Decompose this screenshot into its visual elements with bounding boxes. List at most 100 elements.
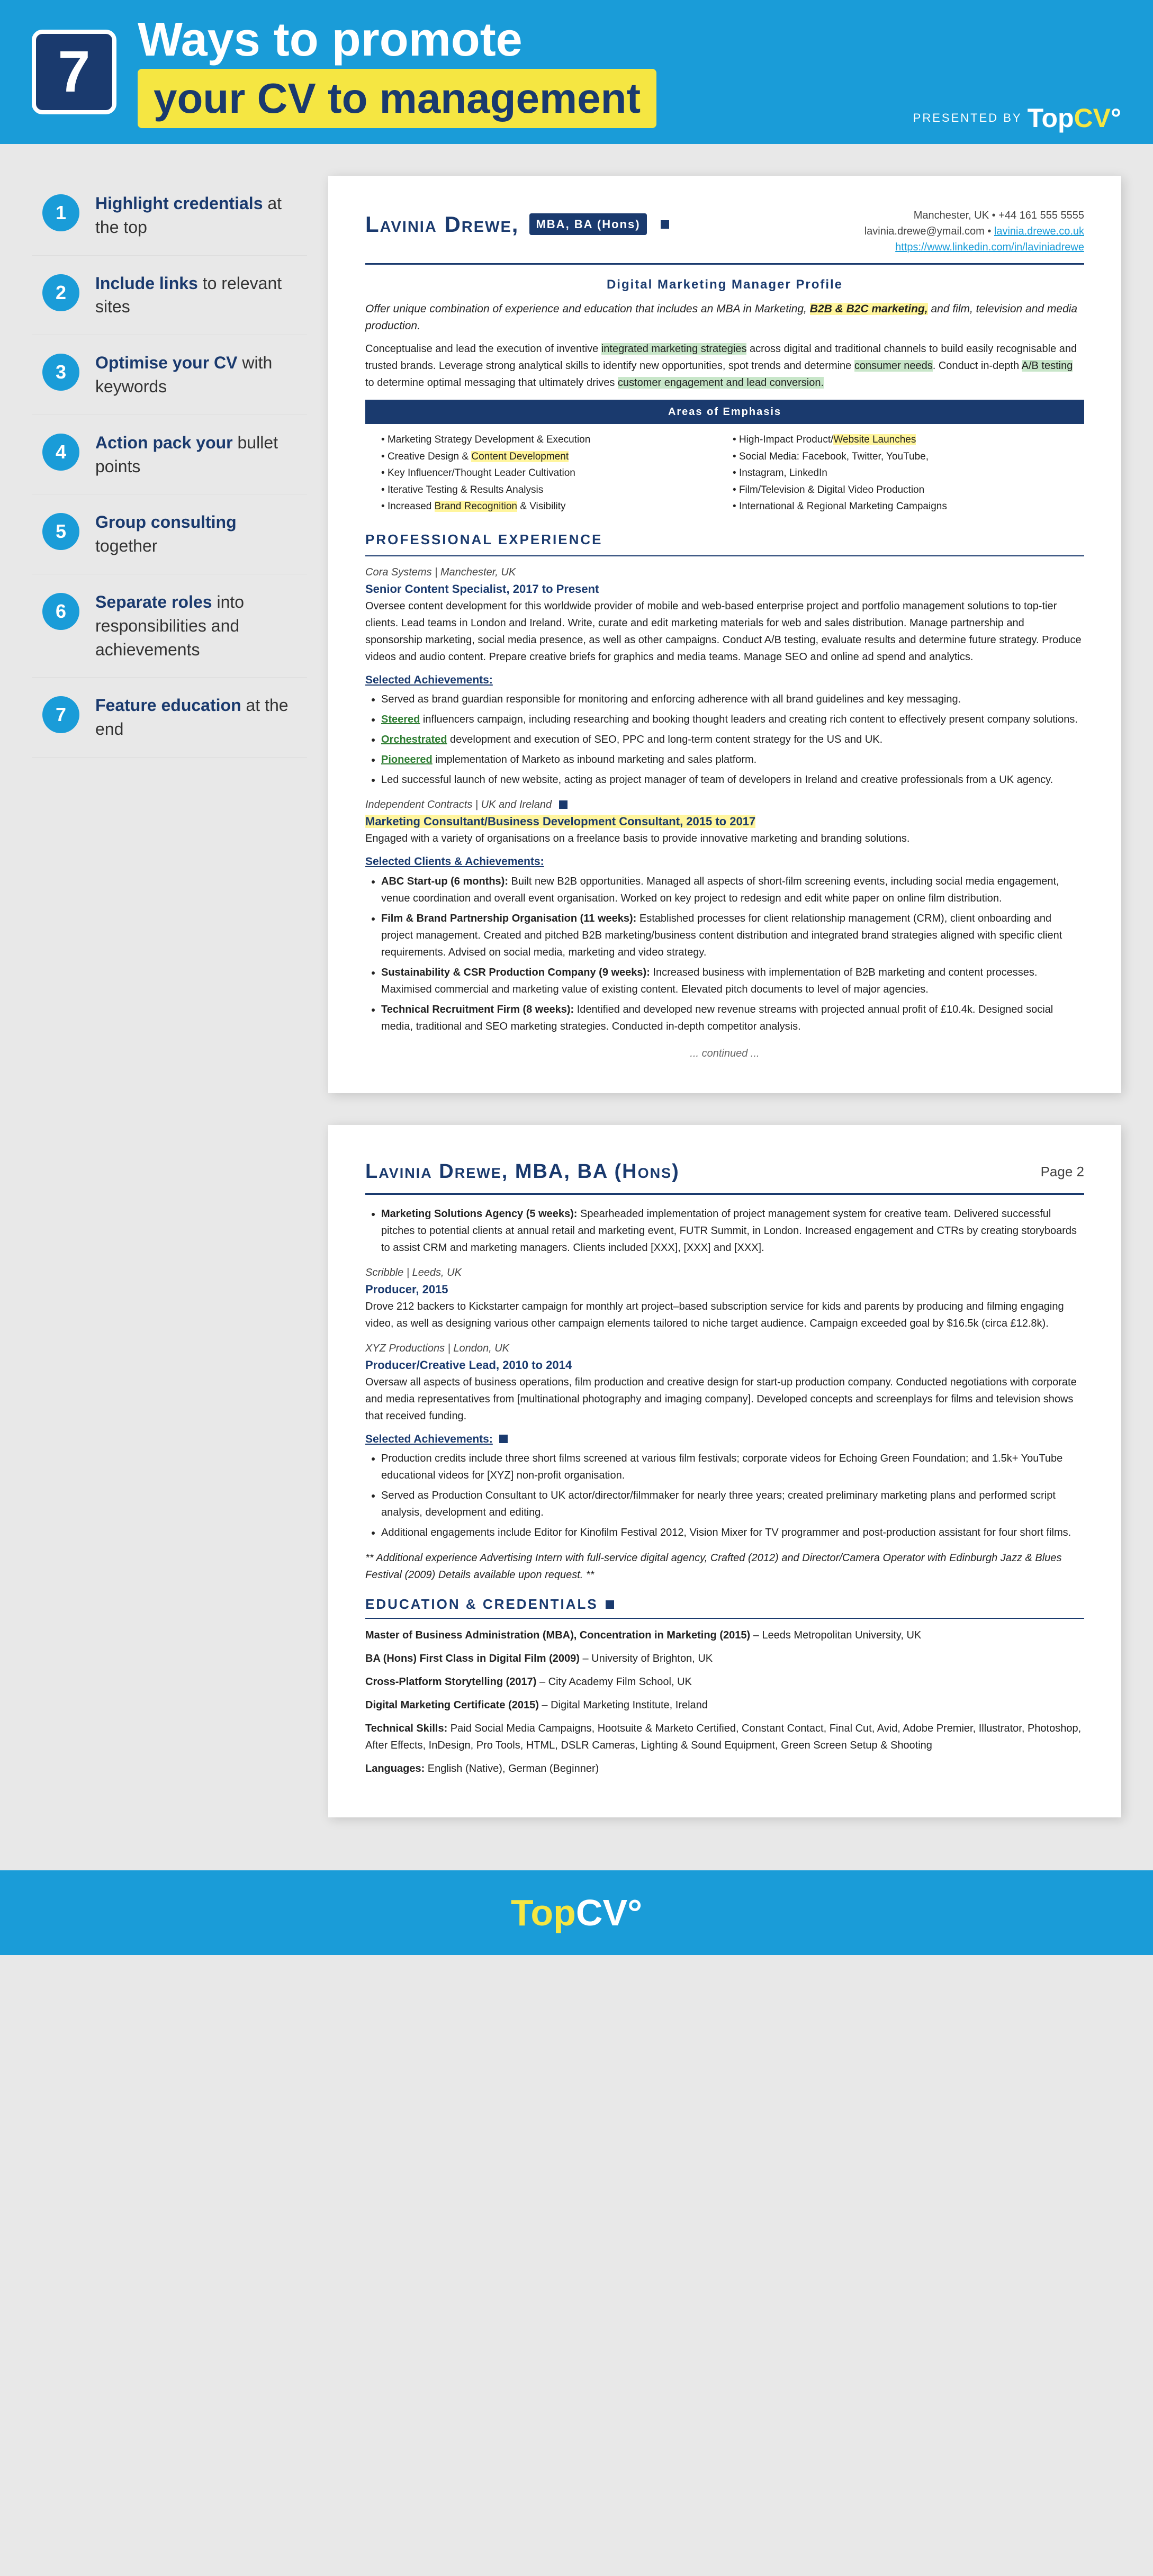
list-item: Steered influencers campaign, including …: [381, 711, 1084, 728]
area-item: Social Media: Facebook, Twitter, YouTube…: [733, 449, 1068, 465]
cv-email-link[interactable]: lavinia.drewe.co.uk: [994, 226, 1084, 237]
job2-clients-list: ABC Start-up (6 months): Built new B2B o…: [365, 873, 1084, 1035]
additional-note: ** Additional experience Advertising Int…: [365, 1550, 1084, 1583]
list-item: Orchestrated development and execution o…: [381, 731, 1084, 748]
credentials-icon: [661, 220, 669, 229]
cv-linkedin-link[interactable]: https://www.linkedin.com/in/laviniadrewe: [895, 241, 1084, 253]
list-item: Served as brand guardian responsible for…: [381, 691, 1084, 708]
cv-edu-title: Education & Credentials: [365, 1594, 598, 1615]
sidebar-label-5: Group consulting together: [95, 510, 296, 558]
area-item: Creative Design & Content Development: [381, 449, 717, 465]
areas-title: Areas of Emphasis: [365, 400, 1084, 424]
job5-company: XYZ Productions | London, UK: [365, 1340, 1084, 1356]
edu-divider: [365, 1618, 1084, 1619]
job5-achievements-label: Selected Achievements:: [365, 1431, 1084, 1448]
sidebar-number-6: 6: [42, 593, 79, 630]
cv-header-row: Lavinia Drewe, MBA, BA (Hons) Manchester…: [365, 208, 1084, 265]
area-item: Increased Brand Recognition & Visibility: [381, 499, 717, 515]
job1-title: Senior Content Specialist, 2017 to Prese…: [365, 580, 1084, 598]
cv-linkedin: https://www.linkedin.com/in/laviniadrewe: [864, 239, 1084, 255]
cv-profile-title: Digital Marketing Manager Profile: [365, 275, 1084, 294]
header-presented-by: PRESENTED BY TopCV°: [913, 103, 1121, 133]
list-item: Additional engagements include Editor fo…: [381, 1524, 1084, 1541]
job1-achievements-label: Selected Achievements:: [365, 672, 1084, 689]
sidebar-number-3: 3: [42, 354, 79, 391]
presented-by-label: PRESENTED BY: [913, 111, 1022, 125]
area-item: Marketing Strategy Development & Executi…: [381, 433, 717, 448]
sidebar-number-5: 5: [42, 513, 79, 550]
cv-contact: Manchester, UK • +44 161 555 5555 lavini…: [864, 208, 1084, 255]
cv-profile-body: Conceptualise and lead the execution of …: [365, 340, 1084, 391]
cv-exp-title: Professional Experience: [365, 529, 1084, 550]
areas-grid: Marketing Strategy Development & Executi…: [365, 428, 1084, 519]
sidebar-item-4: 4 Action pack your bullet points: [32, 415, 307, 495]
job4-body: Drove 212 backers to Kickstarter campaig…: [365, 1298, 1084, 1332]
achievements-icon: [499, 1435, 508, 1443]
footer-logo: TopCV°: [511, 1892, 642, 1934]
cv-page-1: Lavinia Drewe, MBA, BA (Hons) Manchester…: [328, 176, 1121, 1093]
area-item: Film/Television & Digital Video Producti…: [733, 483, 1068, 498]
job5-title: Producer/Creative Lead, 2010 to 2014: [365, 1356, 1084, 1374]
edu-item-1: Master of Business Administration (MBA),…: [365, 1627, 1084, 1644]
job1-body: Oversee content development for this wor…: [365, 598, 1084, 665]
sidebar-number-2: 2: [42, 274, 79, 311]
area-item: Iterative Testing & Results Analysis: [381, 483, 717, 498]
area-item: International & Regional Marketing Campa…: [733, 499, 1068, 515]
job1-achievements-list: Served as brand guardian responsible for…: [365, 691, 1084, 788]
sidebar-label-1: Highlight credentials at the top: [95, 192, 296, 239]
header-title-line1: Ways to promote: [138, 16, 656, 64]
job3-clients-list: Marketing Solutions Agency (5 weeks): Sp…: [365, 1205, 1084, 1256]
cv-profile-intro: Offer unique combination of experience a…: [365, 301, 1084, 334]
cv-job-2: Independent Contracts | UK and Ireland M…: [365, 797, 1084, 1035]
job4-title: Producer, 2015: [365, 1281, 1084, 1298]
job2-region: Independent Contracts | UK and Ireland: [365, 797, 552, 813]
main-layout: 1 Highlight credentials at the top 2 Inc…: [0, 144, 1153, 1849]
sidebar-label-3: Optimise your CV with keywords: [95, 351, 296, 399]
list-item: Film & Brand Partnership Organisation (1…: [381, 910, 1084, 961]
cv-exp-section: Professional Experience Cora Systems | M…: [365, 529, 1084, 1035]
list-item: Marketing Solutions Agency (5 weeks): Sp…: [381, 1205, 1084, 1256]
sidebar-item-7: 7 Feature education at the end: [32, 678, 307, 758]
header-number-box: 7: [32, 30, 116, 114]
edu-item-3: Cross-Platform Storytelling (2017) – Cit…: [365, 1673, 1084, 1690]
area-item: High-Impact Product/Website Launches: [733, 433, 1068, 448]
cv-profile-section: Digital Marketing Manager Profile Offer …: [365, 275, 1084, 391]
area-item: Instagram, LinkedIn: [733, 466, 1068, 481]
cv-contact-location: Manchester, UK • +44 161 555 5555: [864, 208, 1084, 223]
sidebar-label-7: Feature education at the end: [95, 693, 296, 741]
header-number: 7: [58, 43, 90, 101]
job5-achievements-list: Production credits include three short f…: [365, 1450, 1084, 1541]
job2-title: Marketing Consultant/Business Developmen…: [365, 815, 755, 828]
sidebar-item-1: 1 Highlight credentials at the top: [32, 176, 307, 256]
cv-job-4: Scribble | Leeds, UK Producer, 2015 Drov…: [365, 1265, 1084, 1332]
list-item: ABC Start-up (6 months): Built new B2B o…: [381, 873, 1084, 907]
sidebar-label-6: Separate roles into responsibilities and…: [95, 590, 296, 661]
cv-job-5: XYZ Productions | London, UK Producer/Cr…: [365, 1340, 1084, 1542]
cv-credentials-badge: MBA, BA (Hons): [529, 213, 646, 235]
cv-page-2: Lavinia Drewe, MBA, BA (Hons) Page 2 Mar…: [328, 1125, 1121, 1818]
list-item: Led successful launch of new website, ac…: [381, 771, 1084, 788]
edu-item-2: BA (Hons) First Class in Digital Film (2…: [365, 1650, 1084, 1667]
footer-logo-top: Top: [511, 1892, 576, 1933]
list-item: Sustainability & CSR Production Company …: [381, 964, 1084, 998]
cv-name-text: Lavinia Drewe,: [365, 208, 519, 241]
sidebar-item-5: 5 Group consulting together: [32, 494, 307, 574]
edu-item-4: Digital Marketing Certificate (2015) – D…: [365, 1697, 1084, 1714]
cv-edu-section: Education & Credentials Master of Busine…: [365, 1594, 1084, 1777]
footer-logo-cv: CV: [576, 1892, 627, 1933]
cv-page2-name: Lavinia Drewe, MBA, BA (Hons): [365, 1157, 680, 1187]
edu-item-5: Technical Skills: Paid Social Media Camp…: [365, 1720, 1084, 1754]
list-item: Served as Production Consultant to UK ac…: [381, 1487, 1084, 1521]
cv-areas-section: Areas of Emphasis Marketing Strategy Dev…: [365, 400, 1084, 519]
edu-item-6: Languages: English (Native), German (Beg…: [365, 1760, 1084, 1777]
sidebar-number-7: 7: [42, 696, 79, 733]
cv-continued: ... continued ...: [365, 1046, 1084, 1061]
cv-page2-number: Page 2: [1041, 1161, 1084, 1182]
list-item: Production credits include three short f…: [381, 1450, 1084, 1484]
page-header: 7 Ways to promote your CV to management …: [0, 0, 1153, 144]
page-footer: TopCV°: [0, 1870, 1153, 1955]
sidebar-label-2: Include links to relevant sites: [95, 272, 296, 319]
sidebar-item-3: 3 Optimise your CV with keywords: [32, 335, 307, 415]
sidebar-item-6: 6 Separate roles into responsibilities a…: [32, 574, 307, 678]
header-title-line2: your CV to management: [138, 69, 656, 128]
